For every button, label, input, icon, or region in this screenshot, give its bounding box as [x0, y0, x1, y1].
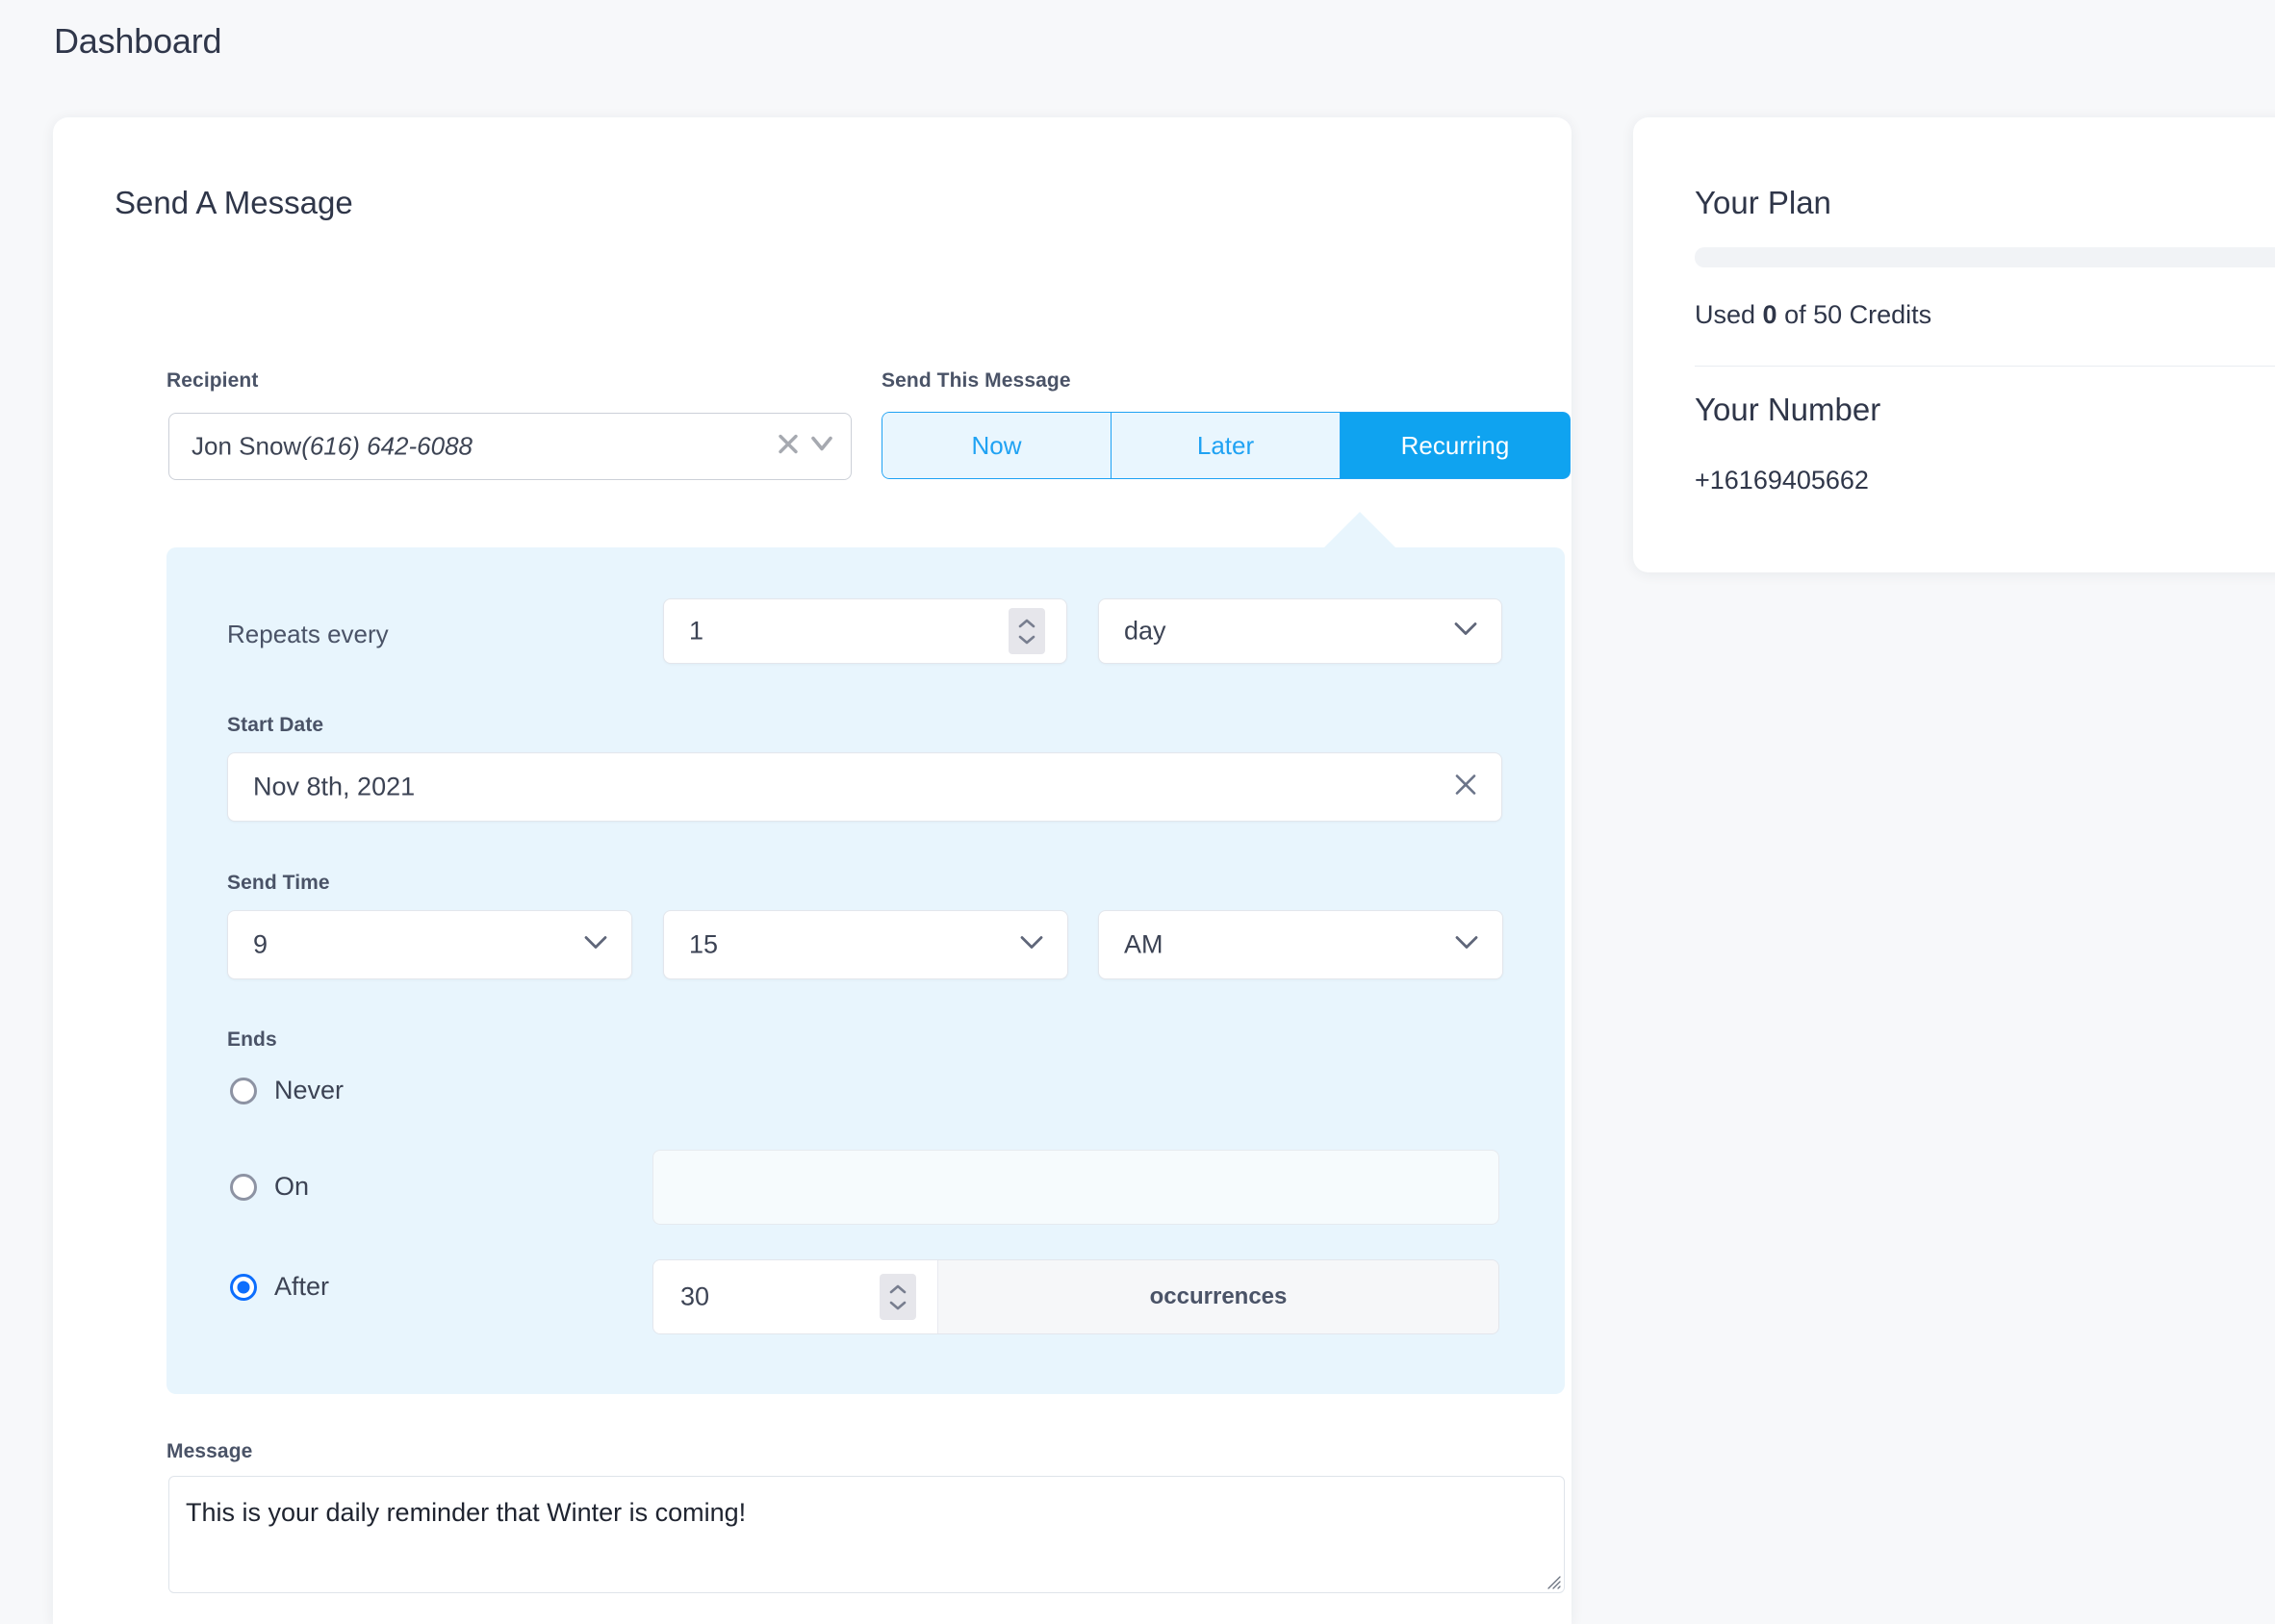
tab-now[interactable]: Now — [882, 412, 1111, 479]
send-time-meridiem-select[interactable]: AM — [1098, 910, 1503, 979]
recipient-name: Jon Snow — [192, 431, 302, 461]
send-message-card: Send A Message Recipient Jon Snow(616) 6… — [53, 117, 1572, 1624]
send-time-hour-select[interactable]: 9 — [227, 910, 632, 979]
credits-prefix: Used — [1695, 300, 1763, 329]
recipient-select[interactable]: Jon Snow(616) 642-6088 — [168, 413, 852, 480]
your-plan-card: Your Plan Used 0 of 50 Credits Your Numb… — [1633, 117, 2275, 572]
send-time-meridiem-value: AM — [1124, 929, 1163, 959]
resize-grip-icon[interactable] — [1544, 1572, 1561, 1589]
divider — [1695, 366, 2275, 367]
your-number-title: Your Number — [1695, 392, 1881, 427]
your-number-value: +16169405662 — [1695, 466, 1869, 495]
chevron-down-icon — [583, 935, 608, 955]
send-mode-tabs: Now Later Recurring — [882, 412, 1571, 479]
radio-on[interactable] — [230, 1173, 257, 1201]
start-date-value: Nov 8th, 2021 — [253, 772, 416, 801]
start-date-label: Start Date — [227, 714, 324, 736]
chevron-down-icon — [1454, 935, 1479, 955]
tab-recurring[interactable]: Recurring — [1340, 412, 1571, 479]
ends-option-on-label: On — [274, 1172, 310, 1201]
recipient-label: Recipient — [166, 369, 259, 392]
plan-title: Your Plan — [1695, 185, 1831, 220]
chevron-down-icon — [1453, 622, 1478, 642]
credits-suffix: of 50 Credits — [1777, 300, 1932, 329]
occurrences-unit-label: occurrences — [938, 1260, 1498, 1333]
recipient-value: Jon Snow(616) 642-6088 — [192, 432, 473, 462]
repeats-every-label: Repeats every — [227, 620, 389, 648]
send-time-label: Send Time — [227, 872, 330, 894]
dashboard-page: Dashboard Send A Message Recipient Jon S… — [0, 0, 2275, 1624]
card-title: Send A Message — [115, 185, 353, 220]
repeat-unit-select[interactable]: day — [1098, 598, 1502, 664]
send-time-hour-value: 9 — [253, 929, 268, 959]
credits-progress-bar — [1695, 247, 2275, 267]
ends-option-never-label: Never — [274, 1076, 345, 1104]
occurrences-input[interactable]: 30 — [653, 1260, 938, 1333]
repeat-count-input[interactable]: 1 — [663, 598, 1067, 664]
credits-used-text: Used 0 of 50 Credits — [1695, 300, 1931, 330]
message-value: This is your daily reminder that Winter … — [186, 1498, 747, 1527]
ends-label: Ends — [227, 1028, 277, 1051]
credits-used-count: 0 — [1762, 300, 1777, 329]
ends-option-after[interactable]: After — [230, 1272, 329, 1302]
close-icon[interactable] — [1453, 773, 1478, 802]
radio-never[interactable] — [230, 1077, 257, 1104]
repeat-count-value: 1 — [689, 616, 704, 646]
tab-later[interactable]: Later — [1111, 412, 1340, 479]
ends-option-on[interactable]: On — [230, 1172, 309, 1202]
chevron-down-icon — [1019, 935, 1044, 955]
page-title: Dashboard — [54, 21, 222, 61]
send-this-message-label: Send This Message — [882, 369, 1071, 392]
send-time-minute-select[interactable]: 15 — [663, 910, 1068, 979]
quantity-stepper[interactable] — [1009, 608, 1045, 654]
end-on-date-input[interactable] — [652, 1150, 1499, 1225]
chevron-down-icon[interactable] — [810, 434, 833, 460]
message-label: Message — [166, 1440, 253, 1462]
ends-option-never[interactable]: Never — [230, 1076, 344, 1105]
close-icon[interactable] — [778, 434, 799, 460]
message-textarea[interactable]: This is your daily reminder that Winter … — [168, 1476, 1565, 1593]
occurrences-group: 30 occurrences — [652, 1259, 1499, 1334]
repeat-unit-value: day — [1124, 616, 1166, 646]
radio-after[interactable] — [230, 1273, 257, 1301]
recipient-controls — [778, 434, 833, 460]
ends-option-after-label: After — [274, 1272, 330, 1301]
recipient-phone: (616) 642-6088 — [301, 431, 473, 461]
occurrences-stepper[interactable] — [880, 1274, 916, 1320]
occurrences-value: 30 — [680, 1281, 710, 1311]
start-date-input[interactable]: Nov 8th, 2021 — [227, 752, 1502, 822]
panel-pointer-arrow — [1323, 512, 1396, 548]
send-time-minute-value: 15 — [689, 929, 719, 959]
